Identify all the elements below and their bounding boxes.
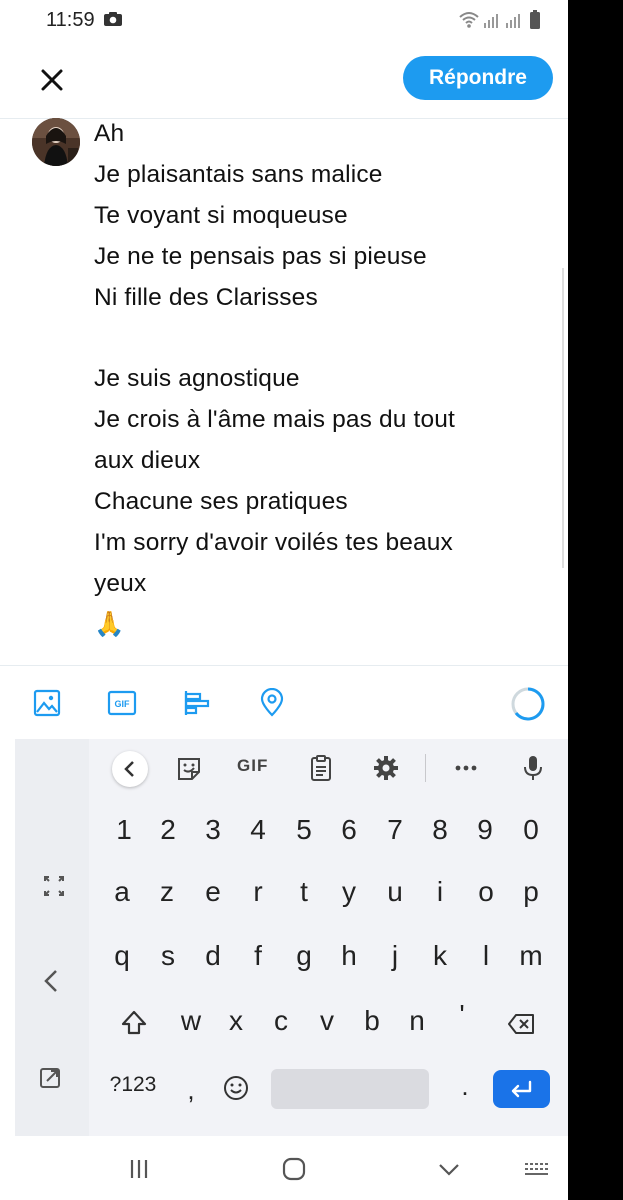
- key-m[interactable]: m: [509, 928, 553, 984]
- key-e[interactable]: e: [191, 864, 235, 920]
- enter-icon: [511, 1080, 532, 1098]
- gif-icon[interactable]: GIF: [107, 688, 137, 718]
- more-options-icon[interactable]: [451, 753, 481, 783]
- poll-icon[interactable]: [182, 688, 212, 718]
- key-0[interactable]: 0: [509, 802, 553, 858]
- key-f[interactable]: f: [236, 928, 280, 984]
- key-y[interactable]: y: [327, 864, 371, 920]
- key-2[interactable]: 2: [146, 802, 190, 858]
- side-black-bar: [568, 0, 623, 1200]
- close-icon[interactable]: [36, 64, 68, 96]
- keyboard: GIF 1 2 3 4 5 6 7 8 9 0 a z e r t y u i …: [15, 739, 568, 1136]
- chevron-left-icon[interactable]: [37, 966, 67, 996]
- key-g[interactable]: g: [282, 928, 326, 984]
- status-bar: 11:59: [0, 0, 568, 42]
- suggestion-divider: [425, 754, 426, 782]
- avatar: [32, 118, 80, 166]
- compose-area: Ah Je plaisantais sans malice Te voyant …: [0, 118, 568, 664]
- status-icons: [459, 10, 540, 29]
- sticker-icon[interactable]: [174, 754, 204, 784]
- system-nav-bar: [0, 1136, 568, 1200]
- key-i[interactable]: i: [418, 864, 462, 920]
- suggestion-bar: GIF: [89, 739, 568, 797]
- status-time: 11:59: [46, 9, 95, 31]
- key-4[interactable]: 4: [236, 802, 280, 858]
- floating-keyboard-icon[interactable]: [37, 1061, 67, 1091]
- key-v[interactable]: v: [305, 993, 349, 1049]
- home-icon[interactable]: [279, 1154, 309, 1184]
- key-7[interactable]: 7: [373, 802, 417, 858]
- key-k[interactable]: k: [418, 928, 462, 984]
- tweet-text-input[interactable]: Ah Je plaisantais sans malice Te voyant …: [94, 114, 534, 646]
- gif-icon-label: GIF: [115, 699, 131, 709]
- key-o[interactable]: o: [464, 864, 508, 920]
- character-count-ring-icon: [511, 687, 545, 721]
- backspace-icon[interactable]: [506, 1009, 536, 1039]
- comma-key[interactable]: ,: [181, 1075, 201, 1106]
- battery-icon: [530, 10, 540, 29]
- key-c[interactable]: c: [259, 993, 303, 1049]
- compose-header: Répondre: [0, 42, 568, 119]
- camera-icon: [104, 12, 122, 26]
- recent-apps-icon[interactable]: [124, 1154, 154, 1184]
- image-icon[interactable]: [32, 688, 62, 718]
- key-r[interactable]: r: [236, 864, 280, 920]
- key-j[interactable]: j: [373, 928, 417, 984]
- space-key[interactable]: [271, 1069, 429, 1109]
- key-1[interactable]: 1: [102, 802, 146, 858]
- keyboard-side-panel: [15, 739, 89, 1136]
- enter-key[interactable]: [493, 1070, 550, 1108]
- key-d[interactable]: d: [191, 928, 235, 984]
- key-apostrophe[interactable]: ': [440, 987, 484, 1043]
- key-h[interactable]: h: [327, 928, 371, 984]
- expand-icon[interactable]: [39, 871, 69, 901]
- key-u[interactable]: u: [373, 864, 417, 920]
- settings-gear-icon[interactable]: [371, 753, 401, 783]
- keyboard-switch-icon[interactable]: [522, 1154, 552, 1184]
- key-b[interactable]: b: [350, 993, 394, 1049]
- key-8[interactable]: 8: [418, 802, 462, 858]
- reply-button[interactable]: Répondre: [403, 56, 553, 100]
- key-z[interactable]: z: [145, 864, 189, 920]
- shift-icon[interactable]: [119, 1008, 149, 1038]
- key-q[interactable]: q: [100, 928, 144, 984]
- key-5[interactable]: 5: [282, 802, 326, 858]
- key-s[interactable]: s: [146, 928, 190, 984]
- clipboard-icon[interactable]: [306, 753, 336, 783]
- key-w[interactable]: w: [169, 993, 213, 1049]
- symbols-key[interactable]: ?123: [105, 1073, 161, 1097]
- phone-screen: 11:59 Répondre Ah Je plaisantais sans ma…: [0, 0, 568, 1200]
- compose-toolbar: GIF: [0, 665, 568, 740]
- hide-keyboard-icon[interactable]: [434, 1154, 464, 1184]
- keyboard-gif-button[interactable]: GIF: [237, 756, 268, 776]
- key-6[interactable]: 6: [327, 802, 371, 858]
- chevron-left-small-icon: [124, 761, 134, 777]
- key-a[interactable]: a: [100, 864, 144, 920]
- key-9[interactable]: 9: [463, 802, 507, 858]
- key-n[interactable]: n: [395, 993, 439, 1049]
- signal-icon: [484, 14, 520, 28]
- period-key[interactable]: .: [455, 1071, 475, 1102]
- key-p[interactable]: p: [509, 864, 553, 920]
- microphone-icon[interactable]: [518, 753, 548, 783]
- collapse-suggestions-button[interactable]: [112, 751, 148, 787]
- key-t[interactable]: t: [282, 864, 326, 920]
- location-icon[interactable]: [257, 688, 287, 718]
- key-3[interactable]: 3: [191, 802, 235, 858]
- emoji-icon[interactable]: [221, 1073, 251, 1103]
- key-x[interactable]: x: [214, 993, 258, 1049]
- key-l[interactable]: l: [464, 928, 508, 984]
- wifi-icon: [459, 12, 479, 24]
